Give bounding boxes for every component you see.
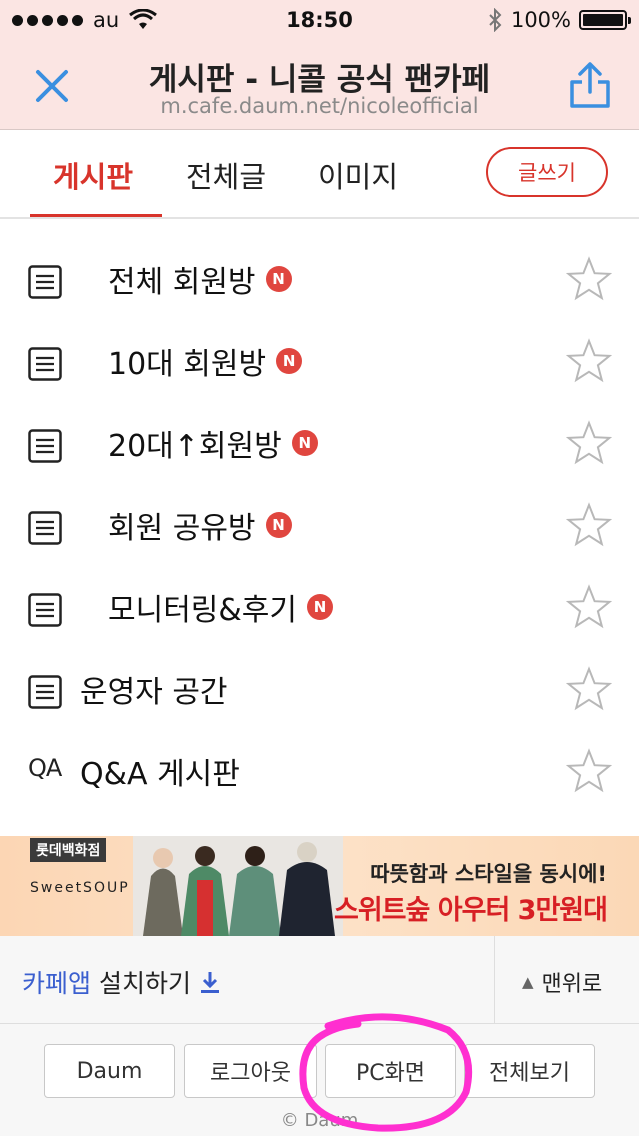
new-badge: N (265, 266, 292, 292)
ad-store-tag: 롯데백화점 (30, 838, 107, 862)
page-title: 게시판 - 니콜 공식 팬카페 (148, 62, 491, 98)
document-icon (28, 511, 62, 545)
cafe-app-label: 카페앱 (22, 969, 92, 998)
list-item[interactable]: 10대 회원방 N (0, 319, 639, 401)
back-to-top-label: 맨위로 (541, 972, 603, 997)
share-icon[interactable] (567, 60, 613, 110)
ad-banner[interactable]: 롯데백화점 SweetSOUP 따뜻함과 스타일을 동시에! 스위트숲 아우터 … (0, 836, 639, 936)
tab-images[interactable]: 이미지 (318, 154, 398, 196)
board-name: 20대↑회원방 (108, 429, 282, 464)
pc-view-button[interactable]: PC화면 (325, 1044, 456, 1098)
status-bar: au 18:50 100% (0, 0, 639, 42)
board-list: 전체 회원방 N 10대 회원방 N 20대↑회원방 N 회원 공유방 N 모니터링&후… (0, 237, 639, 811)
board-name: 모니터링&후기 (108, 593, 297, 628)
new-badge: N (265, 512, 292, 538)
board-name: 회원 공유방 (108, 511, 256, 546)
star-icon[interactable] (566, 666, 612, 712)
divider (494, 936, 495, 1023)
arrow-up-icon: ▲ (522, 973, 534, 991)
ad-models-image (133, 836, 343, 936)
close-icon[interactable] (30, 64, 74, 108)
download-icon (201, 972, 220, 993)
install-label: 설치하기 (99, 969, 192, 998)
board-name: 전체 회원방 (108, 265, 256, 300)
star-icon[interactable] (566, 584, 612, 630)
list-item[interactable]: QA Q&A 게시판 (0, 729, 639, 811)
battery-percent: 100% (510, 8, 571, 32)
list-item[interactable]: 모니터링&후기 N (0, 565, 639, 647)
tab-board[interactable]: 게시판 (53, 154, 133, 196)
list-item[interactable]: 전체 회원방 N (0, 237, 639, 319)
star-icon[interactable] (566, 338, 612, 384)
daum-button[interactable]: Daum (44, 1044, 175, 1098)
ad-brand-logo: SweetSOUP (30, 880, 130, 896)
star-icon[interactable] (566, 420, 612, 466)
write-button[interactable]: 글쓰기 (486, 147, 608, 197)
board-name: 10대 회원방 (108, 347, 267, 382)
document-icon (28, 429, 62, 463)
footer: Daum 로그아웃 PC화면 전체보기 © Daum (0, 1024, 639, 1136)
logout-button[interactable]: 로그아웃 (184, 1044, 317, 1098)
tab-all-posts[interactable]: 전체글 (186, 154, 266, 196)
star-icon[interactable] (566, 502, 612, 548)
new-badge: N (276, 348, 303, 374)
battery-icon (579, 10, 631, 30)
new-badge: N (291, 430, 318, 456)
list-item[interactable]: 회원 공유방 N (0, 483, 639, 565)
document-icon (28, 593, 62, 627)
board-name: Q&A 게시판 (80, 757, 240, 792)
active-tab-indicator (30, 214, 162, 217)
document-icon (28, 347, 62, 381)
ad-offer: 스위트숲 아우터 3만원대 (334, 895, 608, 926)
board-name: 운영자 공간 (80, 675, 228, 710)
document-icon (28, 675, 62, 709)
star-icon[interactable] (566, 748, 612, 794)
view-all-button[interactable]: 전체보기 (464, 1044, 595, 1098)
page-url: m.cafe.daum.net/nicoleofficial (160, 94, 479, 118)
list-item[interactable]: 운영자 공간 (0, 647, 639, 729)
star-icon[interactable] (566, 256, 612, 302)
copyright: © Daum (280, 1110, 359, 1131)
bluetooth-icon (489, 8, 502, 32)
new-badge: N (307, 594, 333, 620)
install-app-link[interactable]: 카페앱 설치하기 (22, 964, 221, 1000)
browser-header: 게시판 - 니콜 공식 팬카페 m.cafe.daum.net/nicoleof… (0, 42, 639, 130)
ad-headline: 따뜻함과 스타일을 동시에! (370, 862, 607, 886)
document-icon (28, 265, 62, 299)
battery-fill (583, 14, 623, 26)
qa-icon: QA (28, 754, 62, 782)
back-to-top-button[interactable]: ▲ 맨위로 (522, 966, 602, 998)
list-item[interactable]: 20대↑회원방 N (0, 401, 639, 483)
app-install-bar: 카페앱 설치하기 ▲ 맨위로 (0, 936, 639, 1024)
